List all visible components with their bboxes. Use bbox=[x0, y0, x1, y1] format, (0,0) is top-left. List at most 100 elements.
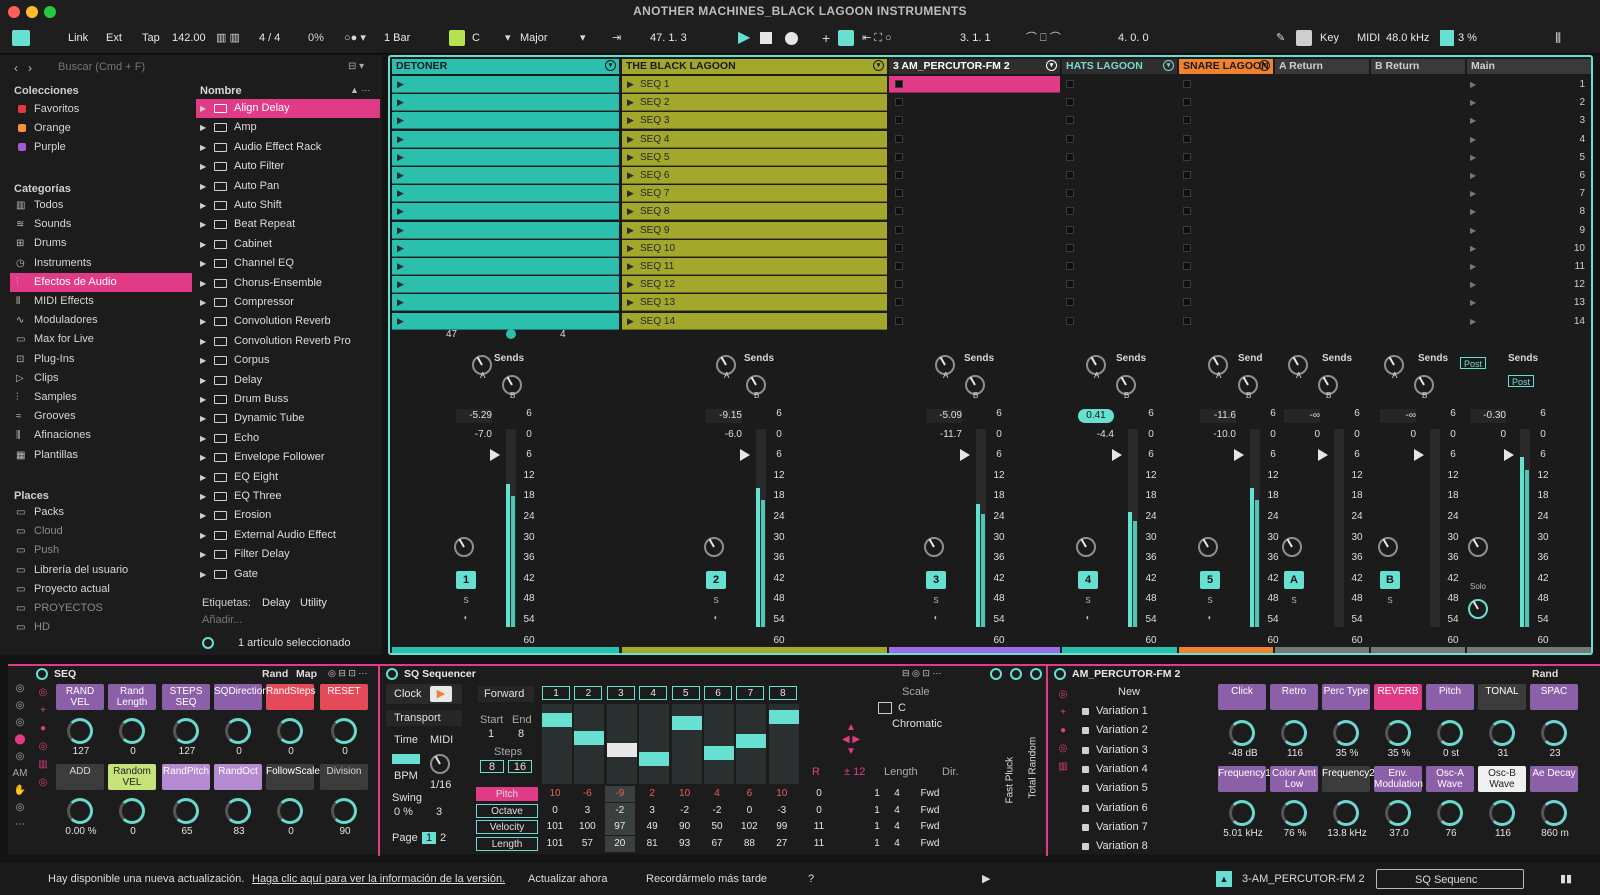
detoner-clip-2[interactable]: ▶ bbox=[392, 94, 619, 112]
detoner-clip-3[interactable]: ▶ bbox=[392, 112, 619, 130]
track-fold-icon[interactable]: ▾ bbox=[873, 60, 884, 71]
zoom-window-button[interactable] bbox=[44, 6, 56, 18]
browser-item-amp[interactable]: ▶ Amp bbox=[196, 118, 380, 137]
volume-readout-6[interactable]: -∞ bbox=[1284, 409, 1320, 423]
release-notes-link[interactable]: Haga clic aquí para ver la información d… bbox=[252, 863, 505, 895]
sq-velocity-step-5[interactable]: 90 bbox=[670, 819, 700, 835]
time-signature[interactable]: 4 / 4 bbox=[259, 22, 280, 54]
sq-pitch-len-a[interactable]: 1 bbox=[870, 786, 884, 802]
scene-8[interactable]: 8 bbox=[1468, 203, 1591, 221]
end-value[interactable]: 8 bbox=[518, 728, 524, 740]
browser-item-external-audio-effect[interactable]: ▶ External Audio Effect bbox=[196, 526, 380, 545]
clip-play-icon[interactable]: ▶ bbox=[627, 203, 634, 220]
link-button[interactable]: Link bbox=[68, 22, 88, 54]
pan-knob-7[interactable] bbox=[1378, 537, 1398, 557]
volume-fader-handle-8[interactable] bbox=[1504, 449, 1514, 461]
sq-length-step-6[interactable]: 67 bbox=[702, 836, 732, 852]
category-todos[interactable]: ▥ Todos bbox=[10, 196, 192, 215]
transport-select[interactable]: Transport bbox=[386, 710, 462, 726]
clip-play-icon[interactable]: ▶ bbox=[397, 167, 404, 184]
snare-slot-1[interactable] bbox=[1183, 80, 1191, 88]
transpose-arrows-icon[interactable]: ▲ ◀ ▶ ▼ bbox=[836, 722, 866, 758]
scene-launch-icon[interactable]: ▶ bbox=[1470, 98, 1476, 107]
clip-play-icon[interactable]: ▶ bbox=[627, 76, 634, 93]
scene-launch-icon[interactable]: ▶ bbox=[1470, 262, 1476, 271]
percutor-slot-8[interactable] bbox=[895, 207, 903, 216]
pan-knob-1[interactable] bbox=[454, 537, 474, 557]
track-header-hats-lagoon[interactable]: HATS LAGOON ▾ bbox=[1062, 59, 1177, 74]
device-strip-icons[interactable]: ◎ ◎ ◎ ⬤ ◎ AM ✋ ◎ ⋯ bbox=[12, 680, 28, 840]
track1-readout-dot[interactable] bbox=[506, 329, 516, 339]
volume-fader-handle-5[interactable] bbox=[1234, 449, 1244, 461]
clip-play-icon[interactable]: ▶ bbox=[397, 294, 404, 311]
volume-fader-handle-6[interactable] bbox=[1318, 449, 1328, 461]
side-power-1-icon[interactable] bbox=[990, 668, 1002, 680]
lagoon-clip-7[interactable]: ▶ SEQ 7 bbox=[622, 185, 887, 203]
clip-play-icon[interactable]: ▶ bbox=[397, 185, 404, 202]
browser-item-auto-shift[interactable]: ▶ Auto Shift bbox=[196, 196, 380, 215]
hats-slot-13[interactable] bbox=[1066, 298, 1074, 307]
category-afinaciones[interactable]: ⫼ Afinaciones bbox=[10, 426, 192, 445]
expand-icon[interactable]: ▶ bbox=[200, 118, 206, 137]
am-macro-env-modulation[interactable]: Env. Modulation bbox=[1374, 766, 1423, 792]
step-bar-8[interactable] bbox=[768, 710, 799, 724]
lagoon-clip-2[interactable]: ▶ SEQ 2 bbox=[622, 94, 887, 112]
place-hd[interactable]: ▭ HD bbox=[10, 618, 192, 637]
snare-slot-4[interactable] bbox=[1183, 134, 1191, 143]
step-number-6[interactable]: 6 bbox=[704, 686, 732, 700]
sort-icon[interactable]: ▲ ⋯ bbox=[350, 85, 370, 96]
seq-macro-knob-5[interactable] bbox=[277, 718, 303, 744]
hats-slot-2[interactable] bbox=[1066, 98, 1074, 107]
hats-slot-10[interactable] bbox=[1066, 243, 1074, 252]
scene-launch-icon[interactable]: ▶ bbox=[1470, 171, 1476, 180]
track-activator-1[interactable]: 1 bbox=[456, 571, 476, 589]
back-to-arrangement-icon[interactable]: ⇤ ⛶ ○ bbox=[862, 22, 892, 54]
am-side-icons[interactable]: ◎ + ● ◎ ▥ bbox=[1056, 686, 1070, 846]
clip-play-icon[interactable]: ▶ bbox=[627, 294, 634, 311]
sq-pitch-step-4[interactable]: 2 bbox=[637, 786, 667, 802]
place-librer-a-del-usuario[interactable]: ▭ Librería del usuario bbox=[10, 561, 192, 580]
close-window-button[interactable] bbox=[8, 6, 20, 18]
seq-power-icon[interactable] bbox=[36, 668, 48, 680]
percutor-slot-11[interactable] bbox=[895, 262, 903, 270]
expand-icon[interactable]: ▶ bbox=[200, 177, 206, 196]
tempo-field[interactable]: 142.00 bbox=[172, 22, 206, 54]
sq-length-step-1[interactable]: 101 bbox=[540, 836, 570, 852]
scene-launch-icon[interactable]: ▶ bbox=[1470, 207, 1476, 216]
loop-length[interactable]: 4. 0. 0 bbox=[1118, 22, 1149, 54]
sq-pitch-step-7[interactable]: 6 bbox=[734, 786, 764, 802]
page-1-button[interactable]: 1 bbox=[422, 832, 436, 844]
clip-play-icon[interactable]: ▶ bbox=[627, 131, 634, 148]
sq-velocity-len-a[interactable]: 1 bbox=[870, 819, 884, 835]
sq-pitch-step-6[interactable]: 4 bbox=[702, 786, 732, 802]
volume-readout-1[interactable]: -5.29 bbox=[456, 409, 492, 423]
seq-macro2-knob-5[interactable] bbox=[277, 798, 303, 824]
lagoon-clip-5[interactable]: ▶ SEQ 5 bbox=[622, 148, 887, 166]
seq-macro-knob-6[interactable] bbox=[331, 718, 357, 744]
am-macro-knob-2[interactable] bbox=[1281, 720, 1307, 746]
variation-5[interactable]: Variation 5 bbox=[1078, 779, 1208, 798]
track-header-3-am-percutor-fm-2[interactable]: 3 AM_PERCUTOR-FM 2 ▾ bbox=[889, 59, 1060, 74]
browser-item-cabinet[interactable]: ▶ Cabinet bbox=[196, 235, 380, 254]
sq-pitch-step-2[interactable]: -6 bbox=[572, 786, 602, 802]
bpm-toggle[interactable]: BPM bbox=[394, 770, 418, 782]
browser-item-eq-eight[interactable]: ▶ EQ Eight bbox=[196, 468, 380, 487]
seq-macro-knob-1[interactable] bbox=[67, 718, 93, 744]
expand-icon[interactable]: ▶ bbox=[200, 196, 206, 215]
sq-octave-step-1[interactable]: 0 bbox=[540, 803, 570, 819]
detoner-clip-7[interactable]: ▶ bbox=[392, 185, 619, 203]
am-macro2-knob-4[interactable] bbox=[1385, 800, 1411, 826]
seq-macro2-knob-3[interactable] bbox=[173, 798, 199, 824]
percutor-slot-1[interactable] bbox=[895, 80, 903, 88]
time-toggle[interactable]: Time bbox=[394, 734, 418, 746]
ext-button[interactable]: Ext bbox=[106, 22, 122, 54]
update-now-button[interactable]: Actualizar ahora bbox=[528, 863, 608, 895]
step-column-6[interactable] bbox=[704, 704, 734, 784]
song-position[interactable]: 47. 1. 3 bbox=[650, 22, 687, 54]
seq-macro-knob-3[interactable] bbox=[173, 718, 199, 744]
expand-icon[interactable]: ▶ bbox=[200, 274, 206, 293]
swing-value[interactable]: 0 % bbox=[394, 806, 413, 818]
lagoon-clip-8[interactable]: ▶ SEQ 8 bbox=[622, 203, 887, 221]
direction-select[interactable]: Forward bbox=[478, 686, 534, 702]
clip-play-icon[interactable]: ▶ bbox=[397, 131, 404, 148]
